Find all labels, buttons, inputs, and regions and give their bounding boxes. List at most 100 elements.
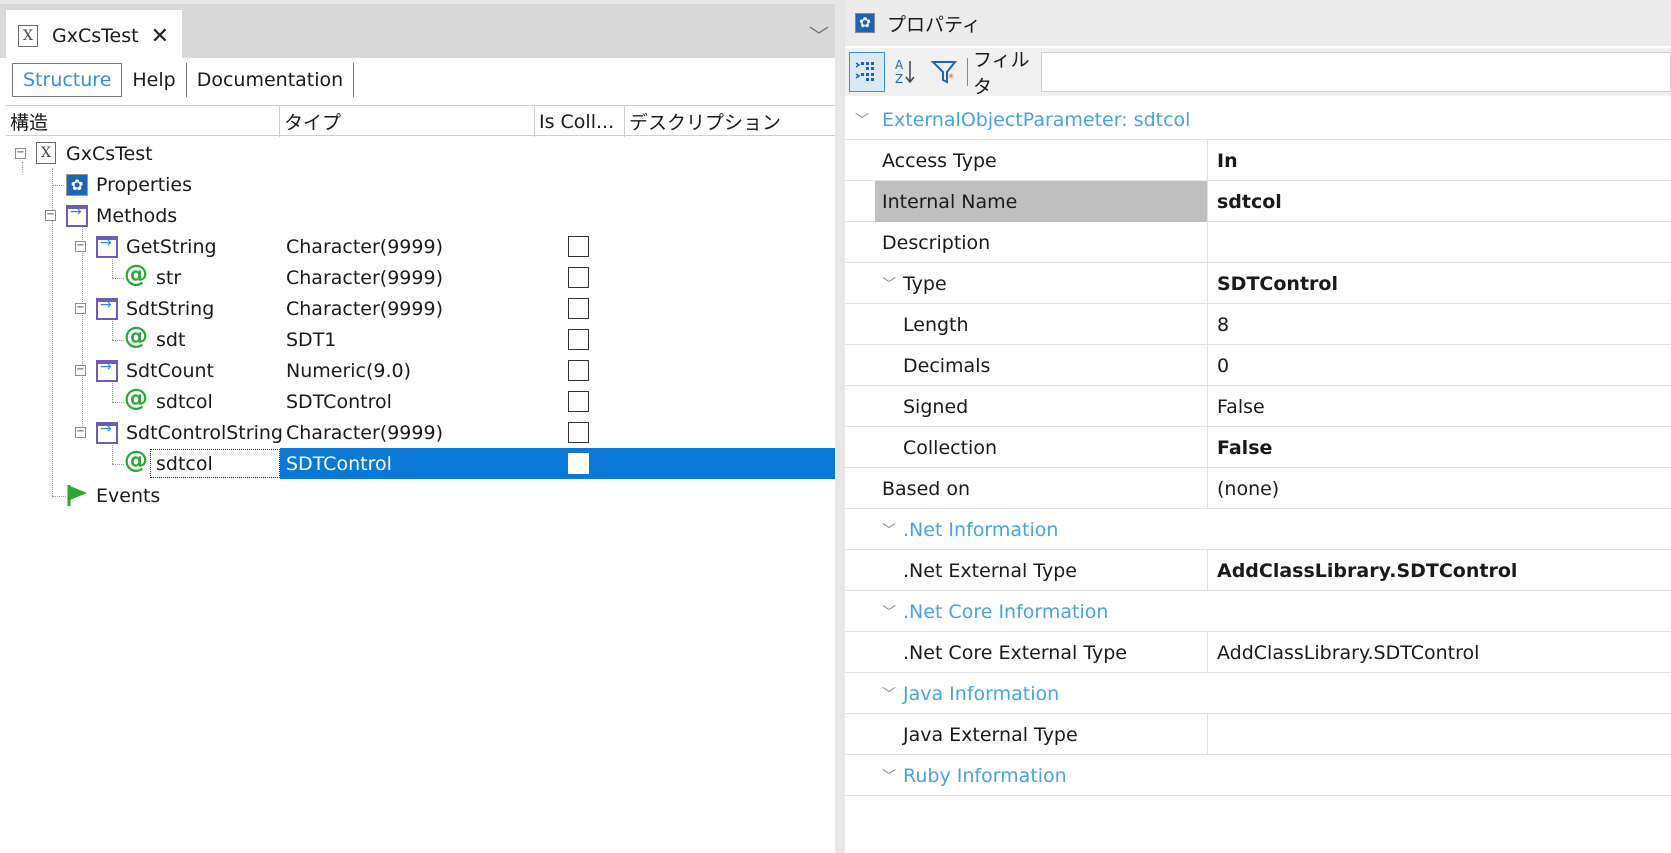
tab-list-chevron-icon[interactable]: ﹀: [809, 20, 829, 49]
close-icon[interactable]: ✕: [151, 24, 169, 49]
property-value[interactable]: In: [1217, 140, 1238, 181]
column-header-type[interactable]: タイプ: [280, 106, 535, 137]
property-value[interactable]: False: [1217, 386, 1265, 427]
document-tab-title: GxCsTest: [52, 25, 139, 47]
property-value[interactable]: AddClassLibrary.SDTControl: [1217, 632, 1479, 673]
chevron-down-icon[interactable]: ﹀: [882, 755, 896, 796]
tree-node-label: sdt: [156, 328, 186, 351]
column-header-structure[interactable]: 構造: [6, 106, 280, 137]
tree-row-parameter[interactable]: @ sdtcol SDTControl: [0, 384, 835, 417]
column-divider: [1207, 550, 1208, 591]
property-value[interactable]: 8: [1217, 304, 1229, 345]
is-collection-checkbox[interactable]: [568, 422, 589, 443]
property-category-java[interactable]: ﹀ Java Information: [845, 673, 1671, 714]
panel-splitter[interactable]: [835, 0, 845, 853]
filter-input[interactable]: [1041, 52, 1671, 92]
property-category-ruby[interactable]: ﹀ Ruby Information: [845, 755, 1671, 796]
category-label: .Net Core Information: [903, 600, 1109, 623]
document-tab-gxcstest[interactable]: X GxCsTest ✕: [6, 10, 182, 62]
tree-node-label: Methods: [96, 204, 178, 227]
property-category-net-core[interactable]: ﹀ .Net Core Information: [845, 591, 1671, 632]
type-cell[interactable]: Character(9999): [286, 262, 443, 293]
type-cell[interactable]: SDTControl: [286, 448, 392, 479]
collapse-toggle-icon[interactable]: −: [15, 148, 26, 159]
tab-documentation[interactable]: Documentation: [187, 63, 355, 97]
collapse-toggle-icon[interactable]: −: [75, 427, 86, 438]
property-value[interactable]: AddClassLibrary.SDTControl: [1217, 550, 1517, 591]
tab-structure[interactable]: Structure: [12, 63, 123, 97]
property-row-decimals[interactable]: Decimals 0: [845, 345, 1671, 386]
property-category-net[interactable]: ﹀ .Net Information: [845, 509, 1671, 550]
collapse-toggle-icon[interactable]: −: [45, 210, 56, 221]
column-divider: [1207, 181, 1208, 222]
type-cell[interactable]: Character(9999): [286, 231, 443, 262]
sort-az-icon: A Z: [895, 58, 915, 86]
column-header-description[interactable]: デスクリプション: [625, 106, 835, 137]
type-cell[interactable]: Numeric(9.0): [286, 355, 411, 386]
property-row-collection[interactable]: Collection False: [845, 427, 1671, 468]
tree-row-root[interactable]: − X GxCsTest: [0, 138, 835, 169]
property-name: Type: [903, 272, 947, 295]
type-cell[interactable]: SDT1: [286, 324, 336, 355]
property-row-access-type[interactable]: Access Type In: [845, 140, 1671, 181]
categorized-view-button[interactable]: [849, 52, 885, 92]
tree-row-methods[interactable]: − Methods: [0, 200, 835, 231]
property-row-internal-name[interactable]: Internal Name sdtcol: [845, 181, 1671, 222]
tree-row-method[interactable]: − SdtCount Numeric(9.0): [0, 355, 835, 386]
is-collection-checkbox[interactable]: [568, 267, 589, 288]
parameter-at-icon: @: [124, 322, 148, 350]
tree-row-method[interactable]: − SdtControlString Character(9999): [0, 417, 835, 448]
column-header-is-collection[interactable]: Is Coll...: [535, 106, 625, 137]
tree-row-method[interactable]: − GetString Character(9999): [0, 231, 835, 262]
property-row-based-on[interactable]: Based on (none): [845, 468, 1671, 509]
filter-button[interactable]: *: [927, 52, 963, 92]
property-row-length[interactable]: Length 8: [845, 304, 1671, 345]
is-collection-checkbox[interactable]: [568, 236, 589, 257]
tree-row-parameter[interactable]: @ str Character(9999): [0, 260, 835, 293]
is-collection-checkbox[interactable]: [568, 329, 589, 350]
tab-help[interactable]: Help: [122, 63, 187, 97]
structure-grid-header: 構造 タイプ Is Coll... デスクリプション: [6, 105, 835, 137]
property-row-type[interactable]: ﹀ Type SDTControl: [845, 263, 1671, 304]
property-row-java-external-type[interactable]: Java External Type: [845, 714, 1671, 755]
collapse-toggle-icon[interactable]: −: [75, 365, 86, 376]
property-value[interactable]: sdtcol: [1217, 181, 1282, 222]
methods-folder-icon: [66, 204, 88, 227]
is-collection-checkbox[interactable]: [568, 360, 589, 381]
property-category-root[interactable]: ﹀ ExternalObjectParameter: sdtcol: [845, 99, 1671, 140]
is-collection-checkbox[interactable]: [568, 391, 589, 412]
tree-row-parameter[interactable]: @ sdt SDT1: [0, 322, 835, 355]
properties-title: プロパティ: [887, 13, 981, 36]
tree-row-properties[interactable]: ✿ Properties: [0, 169, 835, 200]
toolbar-separator: [967, 58, 968, 86]
tree-node-label: Events: [96, 484, 161, 507]
is-collection-checkbox[interactable]: [568, 298, 589, 319]
category-label: Java Information: [903, 682, 1060, 705]
type-cell[interactable]: Character(9999): [286, 417, 443, 448]
property-row-net-external-type[interactable]: .Net External Type AddClassLibrary.SDTCo…: [845, 550, 1671, 591]
type-cell[interactable]: Character(9999): [286, 293, 443, 324]
chevron-down-icon[interactable]: ﹀: [882, 673, 896, 714]
property-row-description[interactable]: Description: [845, 222, 1671, 263]
property-value[interactable]: 0: [1217, 345, 1229, 386]
chevron-down-icon[interactable]: ﹀: [855, 99, 869, 140]
tree-row-method[interactable]: − SdtString Character(9999): [0, 293, 835, 324]
property-row-net-core-external-type[interactable]: .Net Core External Type AddClassLibrary.…: [845, 632, 1671, 673]
property-value[interactable]: SDTControl: [1217, 263, 1338, 304]
collapse-toggle-icon[interactable]: −: [75, 241, 86, 252]
collapse-toggle-icon[interactable]: −: [75, 303, 86, 314]
svg-text:*: *: [948, 71, 954, 85]
alphabetical-sort-button[interactable]: A Z: [889, 52, 921, 92]
chevron-down-icon[interactable]: ﹀: [882, 263, 896, 304]
type-cell[interactable]: SDTControl: [286, 386, 392, 417]
property-value[interactable]: (none): [1217, 468, 1279, 509]
property-value[interactable]: False: [1217, 427, 1272, 468]
property-row-signed[interactable]: Signed False: [845, 386, 1671, 427]
is-collection-checkbox[interactable]: [568, 453, 589, 474]
property-name: Signed: [903, 395, 969, 418]
chevron-down-icon[interactable]: ﹀: [882, 509, 896, 550]
category-label: ExternalObjectParameter: sdtcol: [882, 108, 1191, 131]
chevron-down-icon[interactable]: ﹀: [882, 591, 896, 632]
tree-row-parameter-selected[interactable]: @ sdtcol SDTControl: [0, 446, 835, 479]
tree-row-events[interactable]: Events: [0, 480, 835, 511]
